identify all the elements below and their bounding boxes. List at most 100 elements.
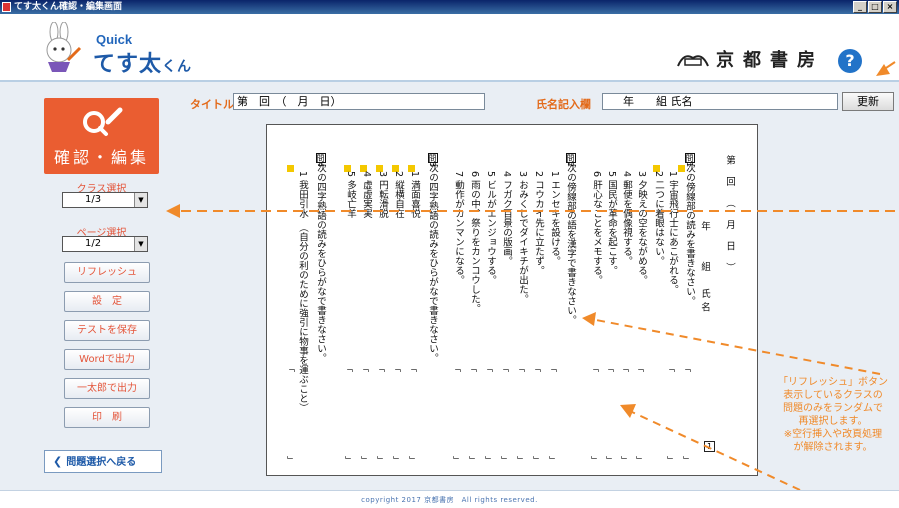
search-edit-icon	[83, 107, 123, 136]
window-controls: _ □ ×	[853, 1, 897, 13]
question-4-title: 問4次の四字熟語の読みをひらがなで書きなさい。	[315, 153, 326, 363]
question-4-number: 問4	[316, 153, 326, 168]
q1-item-6: 6 肝心なことをメモする。	[591, 171, 602, 285]
publisher-name: 京都書房	[716, 50, 824, 71]
publisher-mark-icon	[677, 55, 709, 67]
doc-header-date: 第回（月日）	[724, 155, 735, 284]
print-button[interactable]: 印 刷	[64, 407, 150, 428]
q2-item-4: 4 フガク百景の版画。	[501, 171, 512, 266]
page-select-value: 1/2	[85, 238, 102, 249]
confirm-edit-button[interactable]: 確認・編集	[44, 98, 159, 174]
doc-header-paren: （	[724, 198, 735, 220]
export-ichitaro-button[interactable]: 一太郎で出力	[64, 378, 150, 399]
answer-blank-end: ﹂	[621, 456, 629, 465]
minimize-button[interactable]: _	[853, 1, 867, 13]
answer-blank-end: ﹂	[549, 456, 557, 465]
maximize-button[interactable]: □	[868, 1, 882, 13]
footer-copyright: copyright 2017 京都書房 All rights reserved.	[0, 490, 899, 508]
question-3-title: 問3次の四字熟語の読みをひらがなで書きなさい。	[427, 153, 438, 363]
answer-blank: ﹁	[287, 364, 295, 373]
answer-blank-end: ﹂	[453, 456, 461, 465]
class-select-value: 1/3	[85, 194, 102, 205]
answer-blank: ﹁	[636, 364, 644, 373]
q3-item-4: 4 虚虚実実	[361, 171, 372, 219]
marker-icon	[287, 165, 294, 172]
q2-item-6: 6 雨の中、祭りをカンコウした。	[469, 171, 480, 314]
title-label: タイトル	[190, 98, 234, 111]
app-icon	[2, 2, 11, 12]
rabbit-mascot-icon	[46, 22, 82, 72]
answer-blank-end: ﹂	[683, 456, 691, 465]
page-select[interactable]: 1/2 ▼	[62, 236, 148, 252]
chevron-left-icon: ❮	[53, 455, 63, 468]
title-input[interactable]: 第 回 （ 月 日）	[233, 93, 485, 110]
answer-blank-end: ﹂	[667, 456, 675, 465]
export-word-button[interactable]: Wordで出力	[64, 349, 150, 370]
update-button[interactable]: 更新	[842, 92, 894, 111]
confirm-edit-label: 確認・編集	[53, 148, 149, 167]
q1-item-4: 4 郵便を偶像視する。	[621, 171, 632, 266]
answer-blank: ﹁	[345, 364, 353, 373]
save-test-button[interactable]: テストを保存	[64, 320, 150, 341]
help-button[interactable]: ?	[838, 49, 862, 73]
answer-blank: ﹁	[377, 364, 385, 373]
doc-header-name: 年 組 氏名	[699, 221, 710, 316]
answer-blank-end: ﹂	[606, 456, 614, 465]
q1-item-1: 1 宇宙飛行士にあこがれる。	[667, 171, 678, 295]
q3-item-1: 1 満面喜悦	[409, 171, 420, 219]
answer-blank-end: ﹂	[636, 456, 644, 465]
class-select[interactable]: 1/3 ▼	[62, 192, 148, 208]
refresh-annotation: 「リフレッシュ」ボタン 表示しているクラスの 問題のみをランダムで 再選択します…	[766, 376, 899, 454]
question-1-text: 次の傍線部の読みを書きなさい。	[684, 163, 695, 306]
q1-item-2: 2 二つに着眼はない。	[653, 171, 664, 266]
question-3-number: 問3	[428, 153, 438, 168]
answer-blank-end: ﹂	[501, 456, 509, 465]
question-1-number: 問1	[685, 153, 695, 168]
answer-blank-end: ﹂	[361, 456, 369, 465]
q2-item-2: 2 コウカイ先に立たず。	[533, 171, 544, 276]
chevron-down-icon: ▼	[134, 237, 147, 251]
q2-item-7: 7 動作がカンマンになる。	[453, 171, 464, 285]
app-header: Quick てす太くん 京都書房 ?	[0, 14, 899, 82]
logo-quick-text: Quick	[96, 32, 133, 47]
refresh-button[interactable]: リフレッシュ	[64, 262, 150, 283]
logo-name: てす太くん	[93, 46, 192, 78]
q2-item-1: 1 エンセキを設ける。	[549, 171, 560, 266]
answer-blank-end: ﹂	[345, 456, 353, 465]
window-titlebar: てす太くん確認・編集画面 _ □ ×	[0, 0, 899, 14]
annotation-text: 「リフレッシュ」ボタン 表示しているクラスの 問題のみをランダムで 再選択します…	[778, 377, 888, 453]
q4-item-1: 1 我田引水 （自分の利のために強引に物事を運ぶこと）	[297, 171, 308, 413]
answer-blank-end: ﹂	[533, 456, 541, 465]
chevron-down-icon: ▼	[134, 193, 147, 207]
q2-item-5: 5 ビルがエンジョウする。	[485, 171, 496, 285]
answer-blank-end: ﹂	[517, 456, 525, 465]
question-1-title: 問1次の傍線部の読みを書きなさい。	[684, 153, 695, 306]
answer-blank: ﹁	[621, 364, 629, 373]
answer-blank-end: ﹂	[409, 456, 417, 465]
back-label: 問題選択へ戻る	[66, 457, 137, 468]
q3-item-2: 2 縦横自在	[393, 171, 404, 219]
page-number: 1	[704, 441, 715, 452]
close-button[interactable]: ×	[883, 1, 897, 13]
question-2-number: 問2	[566, 153, 576, 168]
doc-header-month: 月	[724, 219, 735, 242]
answer-blank: ﹁	[361, 364, 369, 373]
test-preview-document: 第回（月日） 年 組 氏名 問1次の傍線部の読みを書きなさい。 1 宇宙飛行士に…	[266, 124, 758, 476]
question-3-text: 次の四字熟語の読みをひらがなで書きなさい。	[427, 163, 438, 363]
question-4-text: 次の四字熟語の読みをひらがなで書きなさい。	[315, 163, 326, 363]
back-to-question-select-button[interactable]: ❮ 問題選択へ戻る	[44, 450, 162, 473]
q1-item-3: 3 夕映えの空をながめる。	[636, 171, 647, 285]
q2-item-3: 3 おみくじでダイキチが出た。	[517, 171, 528, 304]
name-field[interactable]: 年 組 氏名	[602, 93, 838, 110]
doc-header-dai: 第	[724, 155, 735, 177]
logo-main-text: てす太	[93, 52, 163, 77]
answer-blank: ﹁	[485, 364, 493, 373]
answer-blank: ﹁	[393, 364, 401, 373]
answer-blank: ﹁	[453, 364, 461, 373]
q1-item-5: 5 国民が革命を起こす。	[606, 171, 617, 276]
settings-button[interactable]: 設 定	[64, 291, 150, 312]
logo-suffix-text: くん	[162, 59, 193, 75]
answer-blank: ﹁	[591, 364, 599, 373]
answer-blank: ﹁	[683, 364, 691, 373]
window-title: てす太くん確認・編集画面	[14, 2, 123, 12]
